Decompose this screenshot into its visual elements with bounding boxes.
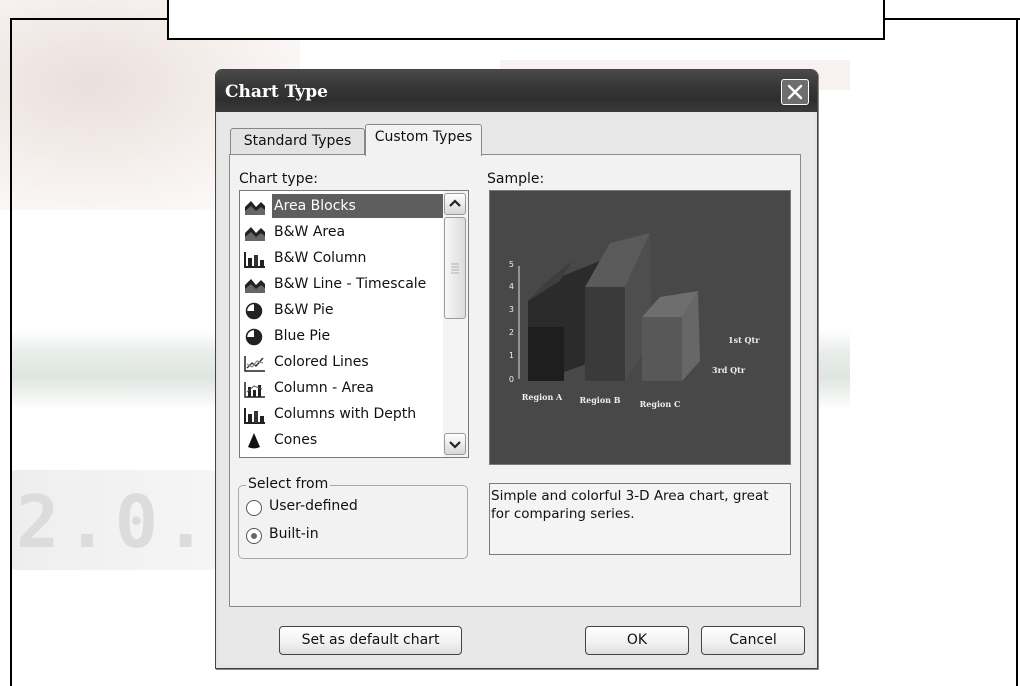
scroll-thumb[interactable] [444, 217, 466, 319]
sample-legend: 1st Qtr 3rd Qtr [712, 335, 760, 375]
cancel-button[interactable]: Cancel [701, 626, 805, 655]
list-item-label: Blue Pie [274, 328, 331, 344]
select-from-group: Select from User-defined Built-in [238, 476, 468, 559]
set-default-chart-button[interactable]: Set as default chart [279, 626, 462, 655]
list-item-label: B&W Line - Timescale [274, 276, 427, 292]
list-item[interactable]: Blue Pie [242, 324, 440, 350]
list-item[interactable]: Column - Area [242, 376, 440, 402]
document-text-box [167, 0, 885, 40]
category-label: Region A [522, 392, 563, 402]
list-item[interactable]: Columns with Depth [242, 402, 440, 428]
list-item[interactable]: Colored Lines [242, 350, 440, 376]
list-item[interactable]: B&W Pie [242, 298, 440, 324]
legend-label: 3rd Qtr [712, 365, 746, 375]
area-block [528, 327, 564, 381]
select-from-legend: Select from [246, 476, 331, 492]
area-chart-icon [244, 198, 266, 216]
chart-description: Simple and colorful 3-D Area chart, grea… [489, 483, 791, 555]
list-item-label: B&W Area [274, 224, 346, 240]
grip-icon [451, 263, 459, 274]
list-item[interactable]: B&W Column [242, 246, 440, 272]
chart-type-dialog: Chart Type Standard Types Custom Types C… [215, 69, 818, 669]
tab-panel-custom-types: Chart type: Area Blocks B&W Area B&W Colum… [229, 154, 801, 607]
y-tick-label: 4 [509, 282, 514, 291]
sample-chart: 0 1 2 3 4 5 Region A Region B Region C 1… [509, 233, 760, 409]
area-block [585, 287, 625, 381]
ok-button[interactable]: OK [585, 626, 689, 655]
list-item[interactable]: B&W Line - Timescale [242, 272, 440, 298]
list-item[interactable]: Area Blocks [242, 194, 444, 220]
frame-line-right [1016, 18, 1018, 686]
sample-label: Sample: [487, 171, 545, 187]
list-item[interactable]: Cones [242, 428, 440, 454]
pie-chart-icon [244, 302, 266, 320]
radio-selected-dot [251, 533, 257, 539]
y-tick-label: 1 [509, 351, 514, 360]
list-item-label: Column - Area [274, 380, 374, 396]
sample-preview: 0 1 2 3 4 5 Region A Region B Region C 1… [489, 190, 791, 465]
scroll-down-button[interactable] [444, 433, 466, 455]
legend-label: 1st Qtr [728, 335, 760, 345]
area-chart-icon [244, 224, 266, 242]
list-item-label: Columns with Depth [274, 406, 417, 422]
sample-y-ticks: 0 1 2 3 4 5 [509, 260, 514, 384]
list-item-label: B&W Column [274, 250, 367, 266]
pie-chart-icon [244, 328, 266, 346]
close-icon [787, 84, 803, 100]
tab-standard-types[interactable]: Standard Types [230, 128, 365, 155]
frame-line-left [10, 20, 12, 686]
sample-categories: Region A Region B Region C [522, 392, 681, 409]
y-tick-label: 0 [509, 375, 514, 384]
area-chart-icon [244, 276, 266, 294]
column-chart-icon [244, 250, 266, 268]
scroll-up-button[interactable] [444, 193, 466, 215]
y-tick-label: 2 [509, 328, 514, 337]
y-tick-label: 3 [509, 305, 514, 314]
tab-custom-types[interactable]: Custom Types [365, 124, 482, 156]
list-item-label: Area Blocks [272, 194, 444, 218]
list-item-label: Colored Lines [274, 354, 369, 370]
close-button[interactable] [781, 79, 809, 105]
dialog-title: Chart Type [225, 82, 328, 102]
list-scrollbar[interactable] [443, 191, 468, 457]
line-chart-icon [244, 354, 266, 372]
y-tick-label: 5 [509, 260, 514, 269]
chevron-down-icon [449, 441, 461, 449]
chart-type-label: Chart type: [239, 171, 318, 187]
column-chart-icon [244, 406, 266, 424]
category-label: Region C [640, 399, 681, 409]
radio-built-in[interactable] [246, 528, 262, 544]
chart-type-list[interactable]: Area Blocks B&W Area B&W Column B&W Line - … [239, 190, 469, 458]
radio-user-defined-label[interactable]: User-defined [269, 498, 358, 514]
cone-chart-icon [244, 432, 266, 450]
column-area-chart-icon [244, 380, 266, 398]
list-item[interactable]: B&W Area [242, 220, 440, 246]
list-item-label: B&W Pie [274, 302, 334, 318]
radio-built-in-label[interactable]: Built-in [269, 526, 319, 542]
list-item-label: Cones [274, 432, 318, 448]
area-block [642, 317, 682, 381]
dialog-body: Standard Types Custom Types Chart type: … [219, 112, 814, 665]
radio-user-defined[interactable] [246, 500, 262, 516]
title-bar[interactable]: Chart Type [216, 70, 817, 112]
category-label: Region B [579, 395, 620, 405]
chevron-up-icon [449, 199, 461, 207]
